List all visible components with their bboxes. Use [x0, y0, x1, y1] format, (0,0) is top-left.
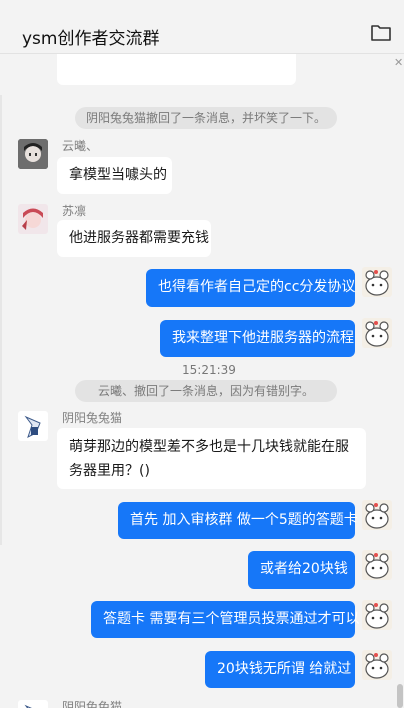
- message-list[interactable]: ✕ 阴阳兔兔猫撤回了一条消息，并坏笑了一下。 云曦、 拿模型当噱头的 苏凛 他进…: [0, 54, 404, 708]
- sender-name: 云曦、: [62, 139, 99, 153]
- sender-name: 阴阳兔兔猫: [62, 411, 123, 425]
- folder-icon[interactable]: [371, 24, 391, 41]
- avatar-self[interactable]: [362, 318, 392, 348]
- message-bubble[interactable]: 拿模型当噱头的: [57, 157, 172, 194]
- avatar[interactable]: [18, 700, 48, 708]
- previous-message-bubble: [57, 54, 296, 85]
- message-bubble-outgoing[interactable]: 答题卡 需要有三个管理员投票通过才可以: [91, 601, 359, 638]
- scrollbar[interactable]: [397, 684, 403, 708]
- avatar-self[interactable]: [362, 650, 392, 680]
- message-bubble[interactable]: 萌芽那边的模型差不多也是十几块钱就能在服务器里用？(): [57, 428, 366, 489]
- sender-name: 阴阳兔兔猫: [62, 700, 123, 708]
- message-bubble-outgoing[interactable]: 20块钱无所谓 给就过: [205, 651, 355, 688]
- chat-header: ysm创作者交流群: [0, 0, 404, 54]
- avatar[interactable]: [18, 411, 48, 441]
- message-bubble-outgoing[interactable]: 也得看作者自己定的cc分发协议: [146, 269, 355, 307]
- avatar[interactable]: [18, 204, 48, 234]
- avatar-self[interactable]: [362, 600, 392, 630]
- avatar[interactable]: [18, 139, 48, 169]
- avatar-self[interactable]: [362, 550, 392, 580]
- close-icon[interactable]: ✕: [394, 56, 403, 69]
- group-title: ysm创作者交流群: [22, 29, 160, 49]
- message-bubble-outgoing[interactable]: 我来整理下他进服务器的流程: [160, 320, 355, 357]
- system-notice: 云曦、撤回了一条消息，因为有错别字。: [75, 380, 337, 402]
- system-notice: 阴阳兔兔猫撤回了一条消息，并坏笑了一下。: [75, 107, 337, 129]
- message-bubble-outgoing[interactable]: 首先 加入审核群 做一个5题的答题卡: [118, 502, 358, 539]
- message-bubble[interactable]: 他进服务器都需要充钱: [57, 220, 211, 257]
- message-bubble-outgoing[interactable]: 或者给20块钱: [248, 551, 355, 589]
- sender-name: 苏凛: [62, 204, 87, 218]
- timestamp: 15:21:39: [182, 363, 236, 377]
- avatar-self[interactable]: [362, 500, 392, 530]
- avatar-self[interactable]: [362, 267, 392, 297]
